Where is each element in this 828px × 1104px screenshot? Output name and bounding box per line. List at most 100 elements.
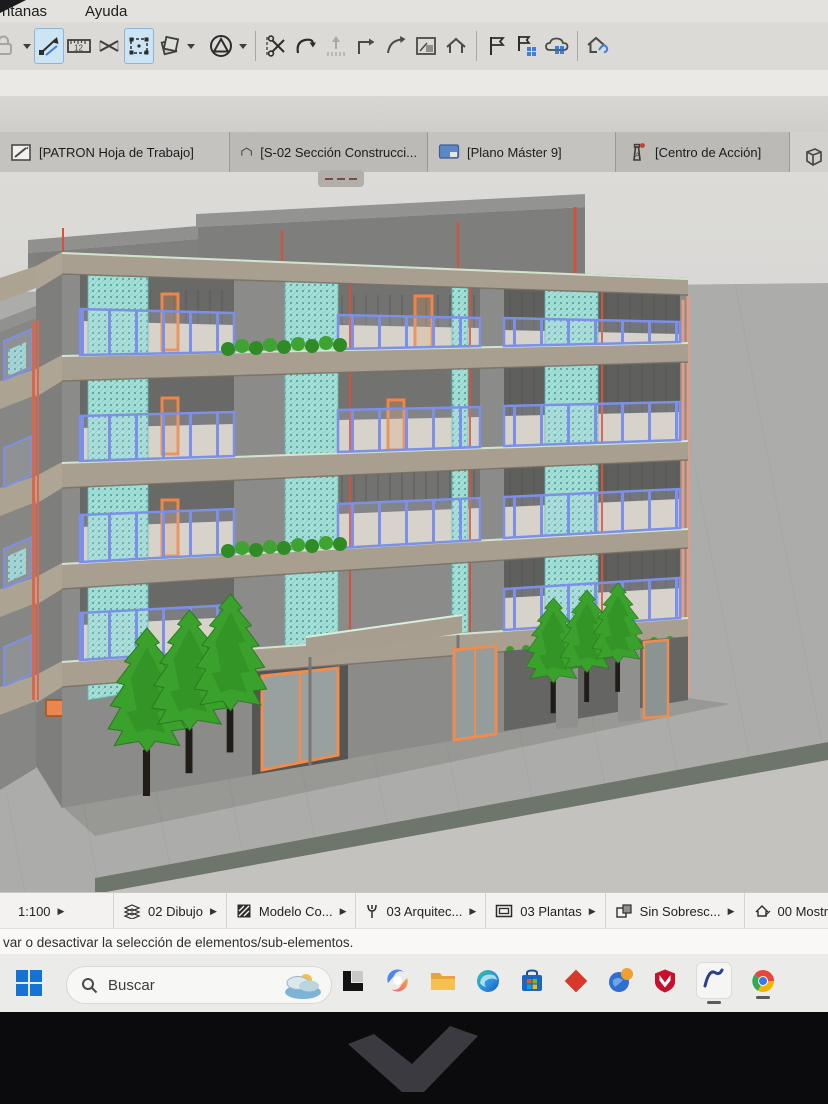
renovation-filter-selector[interactable]: 00 Mostrar... ▶: [745, 893, 828, 929]
cube-3d-icon[interactable]: [800, 144, 826, 170]
red-diamond-app-icon: [563, 968, 589, 994]
adjust-button[interactable]: [291, 28, 321, 64]
tab-label: [Plano Máster 9]: [467, 145, 562, 160]
floorplan-icon: [495, 904, 513, 918]
tab-layout[interactable]: [Plano Máster 9]: [428, 132, 616, 172]
graphic-override-selector[interactable]: Sin Sobresc... ▶: [606, 893, 745, 929]
lock-button[interactable]: [0, 28, 20, 64]
marquee-button[interactable]: [124, 28, 154, 64]
drag-handle[interactable]: [318, 170, 364, 187]
svg-text:A: A: [635, 152, 640, 159]
toolbar-separator: [255, 31, 256, 61]
scissors-icon: [263, 33, 289, 59]
toolbar-separator: [577, 31, 578, 61]
ruler-button[interactable]: 12: [64, 28, 94, 64]
sphere-app-button[interactable]: [607, 967, 634, 999]
trim-corner-button[interactable]: [351, 28, 381, 64]
model-view-icon: [754, 903, 771, 919]
segment-label: Modelo Co...: [259, 904, 333, 919]
chrome-button[interactable]: [750, 968, 776, 999]
tab-label: [PATRON Hoja de Trabajo]: [39, 145, 194, 160]
chevron-down-icon: [186, 42, 196, 50]
measure-select-button[interactable]: [34, 28, 64, 64]
floor-plan-selector[interactable]: 03 Plantas ▶: [486, 893, 605, 929]
scale-value: 1:100: [18, 904, 51, 919]
laptop-logo: [0, 1012, 828, 1104]
distort-icon: [96, 33, 122, 59]
3d-viewport[interactable]: [0, 172, 828, 892]
segment-label: Sin Sobresc...: [640, 904, 721, 919]
segment-label: 02 Dibujo: [148, 904, 203, 919]
running-indicator: [756, 996, 770, 999]
layer-combination-selector[interactable]: 02 Dibujo ▶: [114, 893, 227, 929]
window-background: [0, 96, 828, 132]
menu-ayuda[interactable]: Ayuda: [85, 3, 127, 20]
chevron-down-icon: [238, 42, 248, 50]
roof-home-icon: [443, 33, 469, 59]
measure-select-icon: [36, 33, 62, 59]
flag-button[interactable]: [482, 28, 512, 64]
main-toolbar: 12: [0, 22, 828, 70]
distort-button[interactable]: [94, 28, 124, 64]
chevron-right-icon: ▶: [728, 906, 735, 917]
penset-icon: [236, 903, 252, 919]
quick-options-bar: 1:100 ▶ 02 Dibujo ▶ Modelo Co... ▶ 03 Ar…: [0, 892, 828, 929]
pen-set-selector[interactable]: Modelo Co... ▶: [227, 893, 357, 929]
layouts-dropdown[interactable]: [184, 28, 198, 64]
black-l-app-button[interactable]: [340, 968, 366, 999]
marquee-icon: [126, 33, 152, 59]
status-message: var o desactivar la selección de element…: [3, 935, 353, 950]
microsoft-store-button[interactable]: [519, 968, 545, 999]
tab-worksheet[interactable]: [PATRON Hoja de Trabajo]: [0, 132, 230, 172]
cloud-sync-button[interactable]: [542, 28, 572, 64]
running-indicator: [707, 1001, 721, 1004]
photographed-laptop-screen: ntanas Ayuda 12: [0, 0, 828, 1104]
weather-widget-icon[interactable]: [281, 970, 325, 1000]
search-icon: [81, 977, 98, 994]
edge-button[interactable]: [475, 968, 501, 999]
red-diamond-app-button[interactable]: [563, 968, 589, 999]
flag-list-button[interactable]: [512, 28, 542, 64]
archicad-button[interactable]: [696, 962, 732, 1004]
menu-bar: ntanas Ayuda: [0, 0, 828, 22]
tab-section[interactable]: [S-02 Sección Construcci...: [230, 132, 428, 172]
mcafee-button[interactable]: [652, 968, 678, 999]
section-icon: [240, 142, 253, 162]
chevron-right-icon: ▶: [589, 906, 596, 917]
resize-box-button[interactable]: [411, 28, 441, 64]
lock-dropdown[interactable]: [20, 28, 34, 64]
tab-label: [Centro de Acción]: [655, 145, 761, 160]
orientation-icon: [207, 32, 235, 60]
layouts-button[interactable]: [154, 28, 184, 64]
chevron-right-icon: ▶: [469, 906, 476, 917]
lock-icon: [0, 33, 18, 59]
search-box[interactable]: Buscar: [66, 966, 332, 1004]
archicad-active-tile: [696, 962, 732, 999]
copilot-icon: [384, 967, 411, 994]
flag-icon: [484, 33, 510, 59]
model-view-options-selector[interactable]: 03 Arquitec... ▶: [356, 893, 486, 929]
file-explorer-button[interactable]: [429, 969, 457, 998]
layers-icon: [123, 903, 141, 919]
start-button[interactable]: [14, 968, 44, 998]
orientation-dropdown[interactable]: [236, 28, 250, 64]
flag-list-icon: [514, 33, 540, 59]
copilot-button[interactable]: [384, 967, 411, 999]
search-label: Buscar: [108, 977, 271, 994]
taskbar-apps: [340, 954, 776, 1012]
tab-label: [S-02 Sección Construcci...: [260, 145, 417, 160]
home-cloud-button[interactable]: [583, 28, 613, 64]
split-button[interactable]: [261, 28, 291, 64]
scale-selector[interactable]: 1:100 ▶: [0, 893, 114, 929]
action-center-icon: A: [626, 141, 648, 163]
orientation-button[interactable]: [206, 28, 236, 64]
fillet-arc-icon: [383, 33, 409, 59]
laptop-bezel: [0, 1012, 828, 1104]
tab-action-center[interactable]: A [Centro de Acción]: [616, 132, 790, 172]
status-bar: var o desactivar la selección de element…: [0, 928, 828, 955]
elevate-button[interactable]: [321, 28, 351, 64]
svg-text:12: 12: [74, 44, 83, 53]
roof-tool-button[interactable]: [441, 28, 471, 64]
file-explorer-icon: [429, 969, 457, 993]
fillet-button[interactable]: [381, 28, 411, 64]
